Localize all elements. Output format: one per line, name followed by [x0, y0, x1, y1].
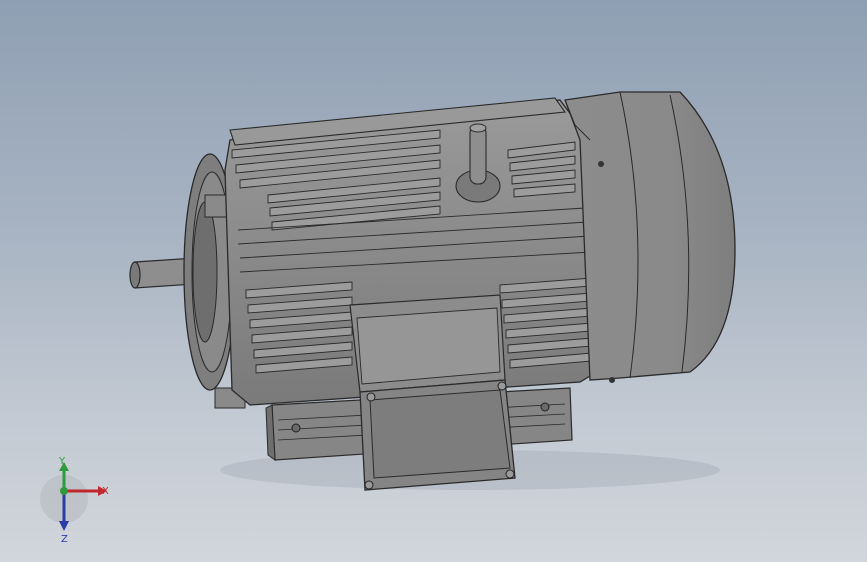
x-axis-label: X	[102, 486, 109, 497]
screw-icon	[505, 469, 515, 479]
y-axis-label: Y	[58, 456, 66, 467]
reference-triad: X Y Z	[40, 456, 109, 545]
z-axis-label: Z	[61, 534, 68, 545]
electric-motor-model[interactable]	[0, 0, 867, 562]
bolt-hole-icon	[540, 402, 550, 412]
terminal-box[interactable]	[349, 294, 516, 491]
screw-icon	[598, 161, 604, 167]
screw-icon	[364, 480, 374, 490]
screw-icon	[609, 377, 615, 383]
bolt-hole-icon	[291, 423, 301, 433]
graphics-viewport[interactable]: X Y Z	[0, 0, 867, 562]
fan-cover[interactable]	[564, 91, 736, 383]
screw-icon	[497, 381, 507, 391]
screw-icon	[366, 392, 376, 402]
